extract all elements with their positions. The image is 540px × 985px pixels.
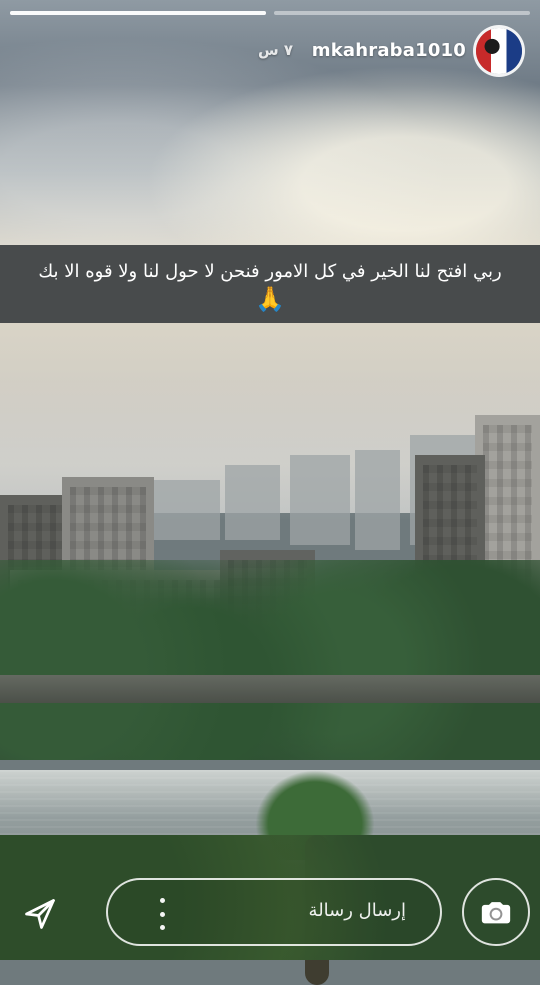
send-icon[interactable]	[18, 892, 62, 936]
building	[150, 480, 220, 540]
camera-icon[interactable]	[462, 878, 530, 946]
message-input[interactable]: إرسال رسالة	[106, 878, 442, 946]
username[interactable]: mkahraba1010	[312, 40, 466, 61]
story-progress-fill	[10, 11, 266, 15]
camera-icon	[481, 902, 511, 924]
caption-bar: ربي افتح لنا الخير في كل الامور فنحن لا …	[0, 245, 540, 323]
more-dot	[159, 911, 165, 917]
trees	[0, 560, 540, 760]
send-icon	[25, 899, 55, 929]
post-time: ٧ س	[258, 41, 294, 59]
story-progress-segment	[274, 11, 530, 15]
story-background-image	[0, 0, 540, 985]
more-options-icon[interactable]	[155, 898, 169, 930]
story-progress-segment	[10, 11, 266, 15]
caption-text: ربي افتح لنا الخير في كل الامور فنحن لا …	[38, 261, 502, 282]
building	[225, 465, 280, 540]
praying-hands-emoji: 🙏	[255, 285, 285, 313]
more-dot	[159, 898, 165, 903]
avatar[interactable]	[476, 28, 522, 74]
bottom-bar: إرسال رسالة	[0, 870, 540, 960]
story-header: ٧ س mkahraba1010	[0, 22, 540, 82]
building	[290, 455, 350, 545]
building	[355, 450, 400, 550]
message-placeholder: إرسال رسالة	[308, 900, 406, 921]
road	[0, 675, 540, 703]
more-dot	[159, 925, 165, 930]
story-progress	[10, 11, 530, 15]
